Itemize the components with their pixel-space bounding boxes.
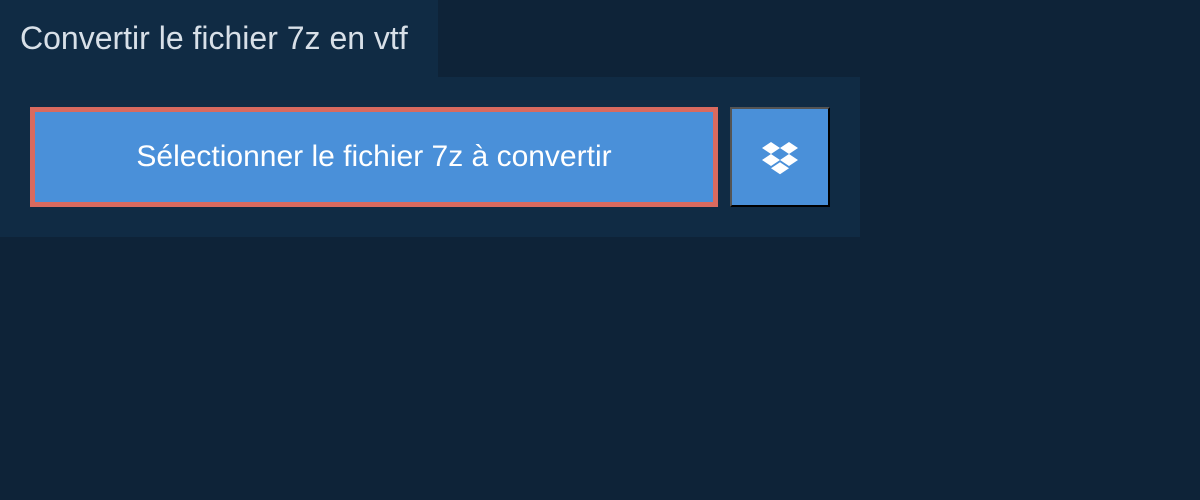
- dropbox-button[interactable]: [730, 107, 830, 207]
- page-title: Convertir le fichier 7z en vtf: [20, 20, 408, 56]
- upload-panel: Sélectionner le fichier 7z à convertir: [0, 77, 860, 237]
- button-row: Sélectionner le fichier 7z à convertir: [30, 107, 830, 207]
- dropbox-icon: [762, 139, 798, 175]
- page-title-tab: Convertir le fichier 7z en vtf: [0, 0, 438, 77]
- select-file-button[interactable]: Sélectionner le fichier 7z à convertir: [30, 107, 718, 207]
- select-file-label: Sélectionner le fichier 7z à convertir: [136, 140, 611, 173]
